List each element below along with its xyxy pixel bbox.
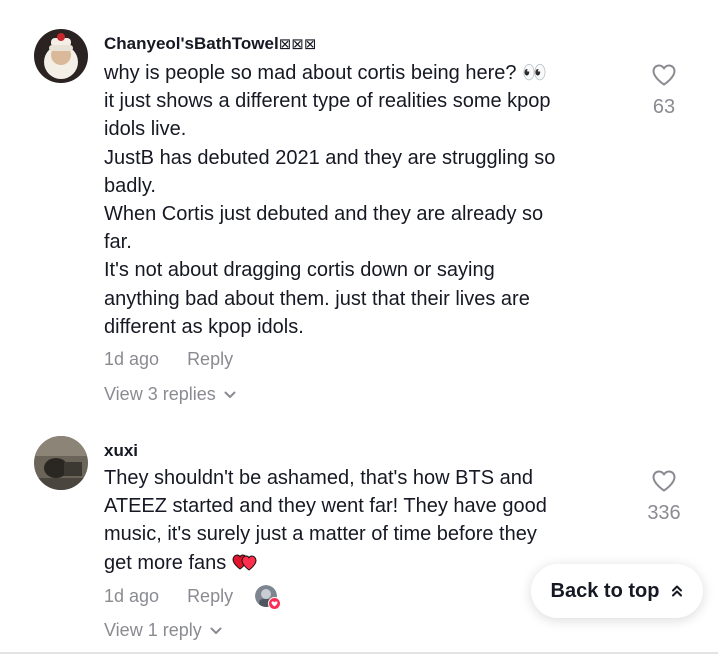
avatar[interactable] [34,436,88,490]
username[interactable]: xuxi [104,441,138,461]
chevron-down-icon [224,391,236,398]
back-to-top-label: Back to top [550,579,660,602]
comment-line: idols live. [104,118,187,141]
avatar-image [34,29,88,83]
like-button[interactable]: 63 [634,63,694,119]
creator-liked-avatar [255,585,282,610]
heart-outline-icon [652,64,676,86]
comment-line: music, it's surely just a matter of time… [104,523,537,546]
comment-line: It's not about dragging cortis down or s… [104,259,495,282]
hearts-emoji-icon [232,554,257,571]
avatar[interactable] [34,29,88,83]
comment-line: ATEEZ started and they went far! They ha… [104,495,547,518]
username-text: Chanyeol'sBathTowel [104,34,279,53]
timestamp: 1d ago [104,585,160,606]
chevron-down-icon [210,627,222,634]
comment-meta: 1d ago Reply [104,585,282,610]
comment-text: why is people so mad about cortis being … [104,59,624,341]
view-replies-button[interactable]: View 1 reply [104,620,222,641]
comment-line: different as kpop idols. [104,315,304,338]
heart-badge-icon [268,597,282,610]
comment-line: anything bad about them. just that their… [104,287,530,310]
username-text: xuxi [104,441,139,460]
comment-line: far. [104,231,132,254]
reply-button[interactable]: Reply [187,349,233,370]
comment-line: it just shows a different type of realit… [104,90,551,113]
double-chevron-up-icon [672,585,683,597]
view-replies-button[interactable]: View 3 replies [104,384,236,405]
like-count: 336 [647,502,681,524]
comment-meta: 1d ago Reply [104,349,233,370]
comment-line: JustB has debuted 2021 and they are stru… [104,146,556,169]
username[interactable]: Chanyeol'sBathTowel⊠⊠⊠ [104,34,316,54]
username-suffix: ⊠⊠⊠ [278,36,317,53]
view-replies-label: View 3 replies [104,384,216,404]
comment-line: badly. [104,174,156,197]
timestamp: 1d ago [104,349,160,369]
avatar-image [34,436,88,490]
bottom-divider [0,652,718,654]
comment-line: When Cortis just debuted and they are al… [104,203,544,226]
heart-outline-icon [652,470,676,492]
like-button[interactable]: 336 [634,469,694,525]
comment-line: They shouldn't be ashamed, that's how BT… [104,467,534,489]
reply-button[interactable]: Reply [187,586,233,607]
comment-line: why is people so mad about cortis being … [104,62,547,84]
comment-line-text: get more fans [104,551,227,574]
like-count: 63 [652,96,676,118]
view-replies-label: View 1 reply [104,620,202,640]
comment-text: They shouldn't be ashamed, that's how BT… [104,464,624,577]
back-to-top-button[interactable]: Back to top [531,564,703,618]
